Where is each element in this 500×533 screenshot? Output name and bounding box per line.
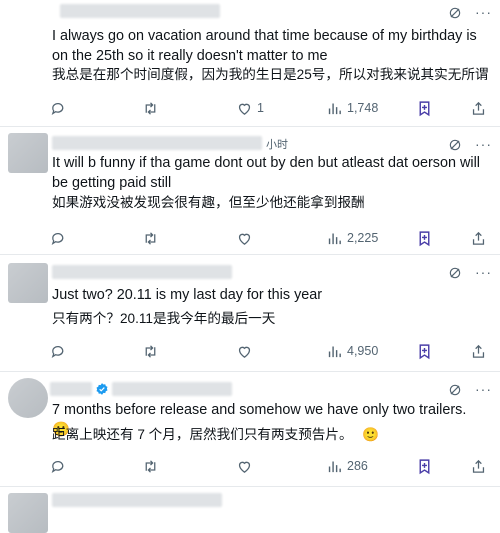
reply-2[interactable]: 小时 ··· It will b funny if tha game dont … [0, 127, 500, 254]
reply-1[interactable]: ··· I always go on vacation around that … [0, 0, 500, 126]
reply-4[interactable]: ··· 7 months before release and somehow … [0, 372, 500, 486]
more-icon[interactable]: ··· [475, 4, 492, 20]
reply-button[interactable] [50, 228, 71, 248]
reply-4-actions: 286 [50, 456, 494, 476]
views-button[interactable]: 1,748 [326, 98, 378, 118]
reply-5-author-name[interactable] [52, 493, 222, 507]
avatar[interactable] [8, 493, 48, 533]
like-icon [238, 461, 251, 473]
reply-button[interactable] [50, 456, 71, 476]
bookmark-icon [419, 458, 430, 474]
more-icon[interactable]: ··· [475, 264, 492, 280]
like-button[interactable] [236, 456, 257, 476]
views-button[interactable]: 4,950 [326, 341, 378, 361]
views-icon [328, 461, 341, 472]
reply-3-translation: 只有两个？20.11是我今年的最后一天 [52, 311, 276, 326]
bookmark-button[interactable] [416, 341, 433, 361]
like-icon [238, 233, 251, 245]
views-icon [328, 346, 341, 357]
like-button[interactable] [236, 228, 257, 248]
share-button[interactable] [470, 228, 487, 248]
retweet-button[interactable] [142, 341, 163, 361]
reply-icon [51, 345, 64, 358]
reply-2-translation: 如果游戏没被发现会很有趣，但至少他还能拿到报酬 [52, 195, 365, 210]
views-button[interactable]: 2,225 [326, 228, 378, 248]
reply-3-author-name[interactable] [52, 265, 232, 279]
reply-2-actions: 2,225 [50, 228, 494, 248]
retweet-button[interactable] [142, 98, 163, 118]
grok-icon[interactable] [448, 266, 462, 280]
avatar[interactable] [8, 263, 48, 303]
grok-icon[interactable] [448, 6, 462, 20]
reply-4-text-content: 7 months before release and somehow we h… [52, 402, 467, 418]
retweet-icon [145, 231, 156, 245]
grok-icon[interactable] [448, 383, 462, 397]
reply-3-actions: 4,950 [50, 341, 494, 361]
retweet-icon [145, 101, 156, 115]
reply-1-translation: 我总是在那个时间度假，因为我的生日是25号，所以对我来说其实无所谓 [52, 67, 489, 82]
like-button[interactable]: 1 [236, 98, 264, 118]
reply-1-text: I always go on vacation around that time… [52, 28, 477, 64]
reply-1-actions: 1 1,748 [50, 98, 494, 118]
views-button[interactable]: 286 [326, 456, 368, 476]
view-count: 1,748 [347, 101, 379, 115]
reply-4-author-name[interactable] [50, 382, 92, 396]
share-icon [472, 459, 485, 473]
bookmark-button[interactable] [416, 228, 433, 248]
reply-5[interactable] [0, 487, 500, 533]
more-icon[interactable]: ··· [475, 381, 492, 397]
like-icon [238, 103, 251, 115]
avatar[interactable] [8, 133, 48, 173]
reply-2-text: It will b funny if tha game dont out by … [52, 155, 480, 191]
share-icon [472, 231, 485, 245]
reply-3-text: Just two? 20.11 is my last day for this … [52, 287, 323, 303]
bookmark-button[interactable] [416, 98, 433, 118]
reply-icon [51, 102, 64, 115]
verified-badge-icon [96, 383, 108, 395]
share-button[interactable] [470, 98, 487, 118]
reply-2-author-name[interactable] [52, 136, 262, 150]
bookmark-button[interactable] [416, 456, 433, 476]
view-count: 2,225 [347, 231, 379, 245]
view-count: 4,950 [347, 344, 379, 358]
reply-4-author-handle[interactable] [112, 382, 232, 396]
reply-icon [51, 232, 64, 245]
more-icon[interactable]: ··· [475, 136, 492, 152]
share-button[interactable] [470, 341, 487, 361]
retweet-icon [145, 459, 156, 473]
reply-icon [51, 460, 64, 473]
like-icon [238, 346, 251, 358]
reply-2-timestamp[interactable]: 小时 [266, 136, 288, 152]
views-icon [328, 233, 341, 244]
like-count: 1 [257, 101, 264, 115]
reply-4-translation-content: 距离上映还有 7 个月，居然我们只有两支预告片。 [52, 427, 353, 442]
bookmark-icon [419, 230, 430, 246]
reply-button[interactable] [50, 341, 71, 361]
share-button[interactable] [470, 456, 487, 476]
avatar[interactable] [8, 378, 48, 418]
reply-3[interactable]: ··· Just two? 20.11 is my last day for t… [0, 255, 500, 371]
views-icon [328, 103, 341, 114]
grok-icon[interactable] [448, 138, 462, 152]
view-count: 286 [347, 459, 368, 473]
emoji-smile-icon: 🙂 [362, 427, 380, 442]
bookmark-icon [419, 100, 430, 116]
like-button[interactable] [236, 341, 257, 361]
reply-button[interactable] [50, 98, 71, 118]
reply-1-author-name[interactable] [60, 4, 220, 18]
reply-4-translation: 距离上映还有 7 个月，居然我们只有两支预告片。 🙂 [52, 426, 379, 444]
retweet-button[interactable] [142, 456, 163, 476]
share-icon [472, 344, 485, 358]
bookmark-icon [419, 343, 430, 359]
retweet-button[interactable] [142, 228, 163, 248]
share-icon [472, 101, 485, 115]
retweet-icon [145, 344, 156, 358]
